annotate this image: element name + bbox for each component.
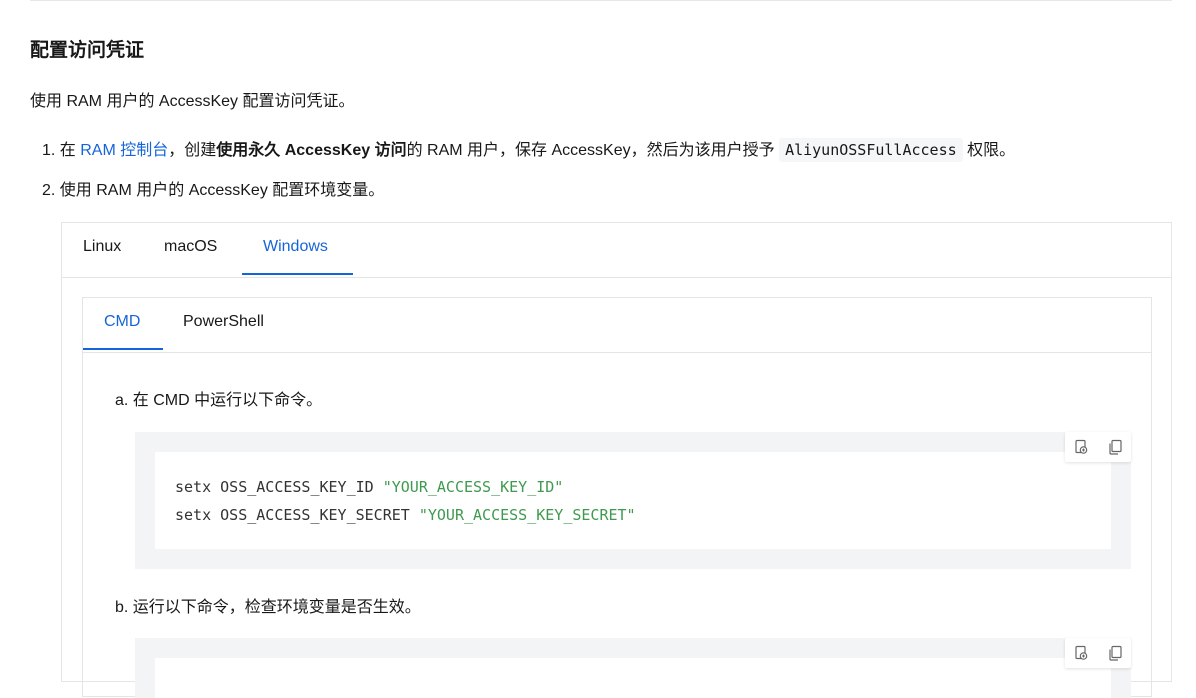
step-2-number: 2. [42, 182, 56, 199]
code-line-1: setx OSS_ACCESS_KEY_ID "YOUR_ACCESS_KEY_… [175, 478, 563, 496]
policy-code: AliyunOSSFullAccess [779, 138, 963, 162]
copy-to-editor-icon[interactable] [1073, 439, 1089, 455]
code-line-2: setx OSS_ACCESS_KEY_SECRET "YOUR_ACCESS_… [175, 506, 636, 524]
step-1-bold: 使用永久 AccessKey 访问 [216, 142, 407, 159]
code-block-b-toolbar [1065, 638, 1131, 668]
step-1-pre: 在 [59, 142, 81, 159]
step-1: 1. 在 RAM 控制台，创建使用永久 AccessKey 访问的 RAM 用户… [42, 136, 1016, 162]
section-heading: 配置访问凭证 [30, 40, 145, 61]
step-2-text: 使用 RAM 用户的 AccessKey 配置环境变量。 [59, 182, 385, 199]
substep-a: a. 在 CMD 中运行以下命令。 [115, 392, 323, 409]
tab-powershell[interactable]: PowerShell [183, 313, 264, 331]
tab-linux[interactable]: Linux [83, 238, 121, 256]
copy-icon[interactable] [1107, 645, 1123, 661]
tab-windows-underline [242, 273, 353, 275]
code-block-a: setx OSS_ACCESS_KEY_ID "YOUR_ACCESS_KEY_… [135, 432, 1131, 569]
code-block-b [135, 638, 1131, 698]
copy-to-editor-icon[interactable] [1073, 645, 1089, 661]
code-line-1-string: "YOUR_ACCESS_KEY_ID" [382, 478, 564, 496]
step-2: 2. 使用 RAM 用户的 AccessKey 配置环境变量。 [42, 176, 384, 200]
code-block-a-toolbar [1065, 432, 1131, 462]
step-1-number: 1. [42, 142, 56, 159]
code-block-b-body[interactable] [155, 658, 1111, 698]
step-1-post: 的 RAM 用户，保存 AccessKey，然后为该用户授予 [406, 142, 780, 159]
os-tabbar: Linux macOS Windows [62, 223, 1171, 278]
tab-cmd-underline [83, 348, 163, 350]
intro-text: 使用 RAM 用户的 AccessKey 配置访问凭证。 [30, 93, 355, 110]
step-1-mid: ，创建 [168, 142, 217, 159]
tab-macos[interactable]: macOS [164, 238, 217, 256]
shell-tabbar: CMD PowerShell [83, 298, 1151, 353]
copy-icon[interactable] [1107, 439, 1123, 455]
substep-b: b. 运行以下命令，检查环境变量是否生效。 [115, 599, 421, 616]
code-line-1-cmd: setx OSS_ACCESS_KEY_ID [175, 478, 383, 496]
code-line-2-cmd: setx OSS_ACCESS_KEY_SECRET [175, 506, 419, 524]
tab-windows[interactable]: Windows [263, 238, 328, 256]
step-1-tail: 权限。 [962, 142, 1016, 159]
code-line-2-string: "YOUR_ACCESS_KEY_SECRET" [418, 506, 636, 524]
tab-cmd[interactable]: CMD [104, 313, 140, 331]
top-divider [30, 0, 1172, 1]
ram-console-link[interactable]: RAM 控制台 [80, 142, 168, 159]
code-block-a-body[interactable]: setx OSS_ACCESS_KEY_ID "YOUR_ACCESS_KEY_… [155, 452, 1111, 549]
